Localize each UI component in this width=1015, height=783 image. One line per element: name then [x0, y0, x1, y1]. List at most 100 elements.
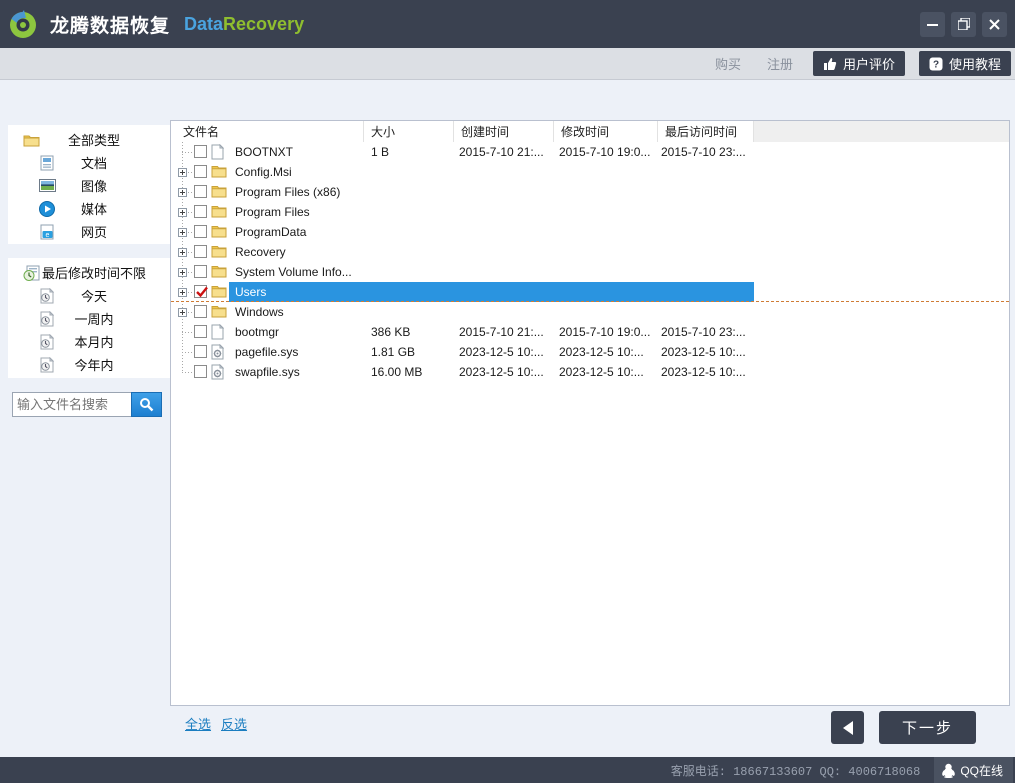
- table-row[interactable]: Recovery: [171, 242, 1009, 262]
- status-bar: 客服电话: 18667133607 QQ: 4006718068 QQ在线: [0, 757, 1015, 783]
- row-checkbox[interactable]: [194, 225, 207, 238]
- brand-recovery: Recovery: [223, 14, 304, 34]
- user-review-button[interactable]: 用户评价: [813, 51, 905, 76]
- row-name[interactable]: bootmgr: [232, 322, 282, 342]
- red-check-icon: [195, 285, 209, 299]
- table-row[interactable]: swapfile.sys16.00 MB2023-12-5 10:...2023…: [171, 362, 1009, 382]
- type-filter-item[interactable]: e网页: [8, 220, 170, 243]
- row-name[interactable]: Program Files (x86): [232, 182, 343, 202]
- clock-page-icon: [38, 287, 56, 305]
- folder-icon: [211, 224, 227, 240]
- time-filter-label: 今年内: [8, 355, 170, 374]
- clock-page-icon: [38, 356, 56, 374]
- buy-link[interactable]: 购买: [709, 54, 747, 73]
- svg-text:e: e: [46, 232, 50, 239]
- row-checkbox[interactable]: [194, 325, 207, 338]
- row-checkbox[interactable]: [194, 305, 207, 318]
- table-row[interactable]: Config.Msi: [171, 162, 1009, 182]
- table-row[interactable]: bootmgr386 KB2015-7-10 21:...2015-7-10 1…: [171, 322, 1009, 342]
- search-icon: [139, 397, 154, 412]
- row-checkbox[interactable]: [194, 285, 207, 298]
- expand-plus-icon[interactable]: [178, 308, 187, 317]
- row-name[interactable]: Users: [232, 282, 269, 302]
- column-header[interactable]: 修改时间: [554, 121, 658, 142]
- title-bar: 龙腾数据恢复 DataRecovery: [0, 0, 1015, 48]
- expand-plus-icon[interactable]: [178, 248, 187, 257]
- table-row[interactable]: Users: [171, 282, 1009, 302]
- next-step-button[interactable]: 下一步: [879, 711, 976, 744]
- table-row[interactable]: ProgramData: [171, 222, 1009, 242]
- file-icon: [211, 144, 227, 160]
- column-header[interactable]: 文件名: [171, 121, 364, 142]
- qq-online-label: QQ在线: [960, 762, 1003, 779]
- expand-plus-icon[interactable]: [178, 288, 187, 297]
- expand-plus-icon[interactable]: [178, 208, 187, 217]
- type-filter-item[interactable]: 媒体: [8, 197, 170, 220]
- table-row[interactable]: pagefile.sys1.81 GB2023-12-5 10:...2023-…: [171, 342, 1009, 362]
- row-checkbox[interactable]: [194, 265, 207, 278]
- row-checkbox[interactable]: [194, 145, 207, 158]
- file-icon: [211, 324, 227, 340]
- row-checkbox[interactable]: [194, 245, 207, 258]
- search-input[interactable]: [12, 392, 131, 417]
- restore-icon: [958, 18, 970, 30]
- expand-plus-icon[interactable]: [178, 228, 187, 237]
- table-row[interactable]: Program Files (x86): [171, 182, 1009, 202]
- table-row[interactable]: Program Files: [171, 202, 1009, 222]
- row-name[interactable]: ProgramData: [232, 222, 309, 242]
- row-name[interactable]: BOOTNXT: [232, 142, 296, 162]
- restore-button[interactable]: [951, 12, 976, 37]
- row-checkbox[interactable]: [194, 205, 207, 218]
- file-type-filter-panel: 全部类型文档图像媒体e网页: [8, 125, 170, 244]
- column-header[interactable]: 大小: [364, 121, 454, 142]
- type-filter-item[interactable]: 图像: [8, 174, 170, 197]
- table-row[interactable]: Windows: [171, 302, 1009, 322]
- row-name[interactable]: Windows: [232, 302, 287, 322]
- window-controls: [920, 12, 1007, 37]
- app-title: 龙腾数据恢复: [50, 11, 170, 38]
- clock-document-icon: [22, 264, 40, 282]
- row-name[interactable]: Config.Msi: [232, 162, 295, 182]
- expand-plus-icon[interactable]: [178, 268, 187, 277]
- folder-icon: [211, 204, 227, 220]
- row-name[interactable]: System Volume Info...: [232, 262, 355, 282]
- type-filter-item[interactable]: 文档: [8, 151, 170, 174]
- minimize-button[interactable]: [920, 12, 945, 37]
- qq-online-button[interactable]: QQ在线: [934, 757, 1013, 783]
- back-button[interactable]: [831, 711, 864, 744]
- close-button[interactable]: [982, 12, 1007, 37]
- table-row[interactable]: BOOTNXT1 B2015-7-10 21:...2015-7-10 19:0…: [171, 142, 1009, 162]
- register-link[interactable]: 注册: [761, 54, 799, 73]
- row-name[interactable]: Recovery: [232, 242, 289, 262]
- row-checkbox[interactable]: [194, 165, 207, 178]
- row-checkbox[interactable]: [194, 185, 207, 198]
- time-filter-label: 今天: [8, 286, 170, 305]
- help-book-icon: ?: [929, 57, 943, 71]
- row-name[interactable]: Program Files: [232, 202, 313, 222]
- column-header[interactable]: 创建时间: [454, 121, 554, 142]
- select-all-link[interactable]: 全选: [185, 714, 211, 733]
- time-filter-item[interactable]: 今天: [8, 284, 170, 307]
- column-header[interactable]: 最后访问时间: [658, 121, 754, 142]
- tutorial-button[interactable]: ? 使用教程: [919, 51, 1011, 76]
- row-checkbox[interactable]: [194, 365, 207, 378]
- minimize-icon: [927, 19, 938, 30]
- type-filter-item[interactable]: 全部类型: [8, 128, 170, 151]
- table-row[interactable]: System Volume Info...: [171, 262, 1009, 282]
- time-filter-item[interactable]: 最后修改时间不限: [8, 261, 170, 284]
- service-contact-text: 客服电话: 18667133607 QQ: 4006718068: [671, 762, 921, 779]
- row-modified: 2015-7-10 19:0...: [559, 322, 650, 342]
- search-button[interactable]: [131, 392, 162, 417]
- expand-plus-icon[interactable]: [178, 168, 187, 177]
- time-filter-item[interactable]: 今年内: [8, 353, 170, 376]
- selection-links: 全选 反选: [185, 714, 247, 733]
- time-filter-item[interactable]: 本月内: [8, 330, 170, 353]
- row-name[interactable]: pagefile.sys: [232, 342, 301, 362]
- row-checkbox[interactable]: [194, 345, 207, 358]
- time-filter-item[interactable]: 一周内: [8, 307, 170, 330]
- type-filter-label: 网页: [8, 222, 170, 241]
- type-filter-label: 图像: [8, 176, 170, 195]
- row-name[interactable]: swapfile.sys: [232, 362, 303, 382]
- expand-plus-icon[interactable]: [178, 188, 187, 197]
- invert-selection-link[interactable]: 反选: [221, 714, 247, 733]
